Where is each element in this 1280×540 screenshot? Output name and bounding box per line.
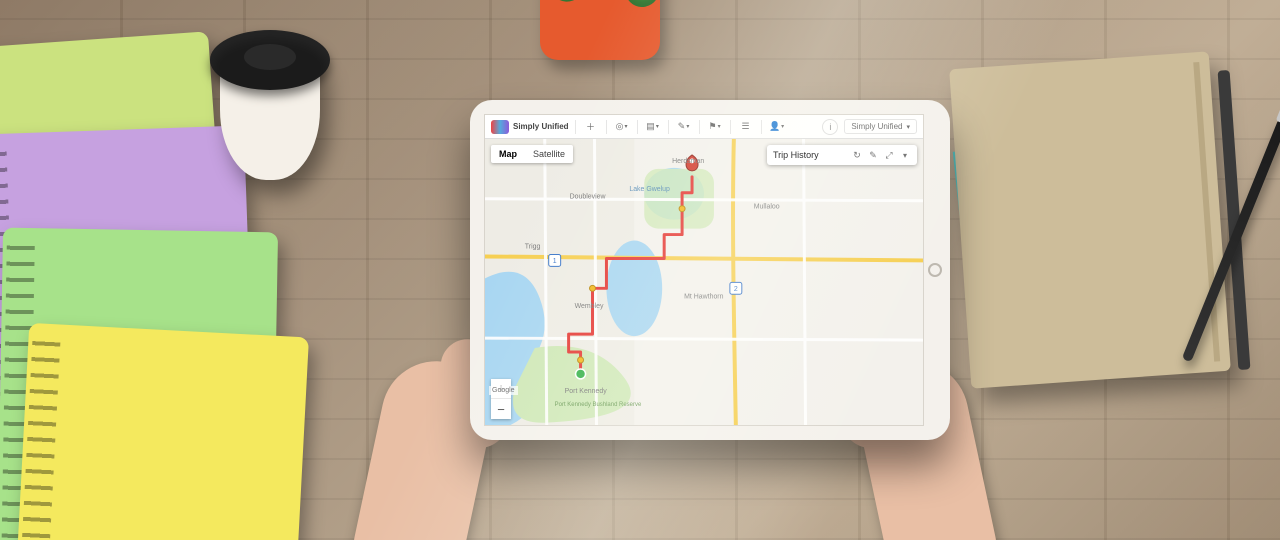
settings-icon[interactable]: ✎ — [867, 149, 879, 161]
trip-history-panel: Trip History ↻ ✎ ⤢ ▾ — [767, 145, 917, 165]
label-trigg: Trigg — [525, 243, 541, 250]
label-mt-hawthorn: Mt Hawthorn — [684, 293, 724, 300]
info-icon[interactable]: i — [822, 119, 838, 135]
account-label: Simply Unified — [851, 122, 902, 131]
logo-icon — [491, 120, 509, 134]
app-screen: Simply Unified ＋ ◎▾ ▤▾ ✎▾ ⚑▾ ☰ 👤▾ i Simp… — [484, 114, 924, 426]
layers-icon[interactable]: ▤▾ — [644, 118, 662, 136]
desk-scene: Simply Unified ＋ ◎▾ ▤▾ ✎▾ ⚑▾ ☰ 👤▾ i Simp… — [0, 0, 1280, 540]
label-bushpark: Port Kennedy Bushland Reserve — [555, 402, 642, 408]
history-icon[interactable]: ↻ — [851, 149, 863, 161]
map-type-toggle: Map Satellite — [491, 145, 573, 163]
label-herdsman: Herdsman — [672, 158, 704, 165]
label-doubleview: Doubleview — [570, 194, 607, 201]
account-menu[interactable]: Simply Unified ▾ — [844, 119, 917, 134]
list-icon[interactable]: ☰ — [737, 118, 755, 136]
notebook-band — [1218, 70, 1251, 370]
target-icon[interactable]: ◎▾ — [613, 118, 631, 136]
label-port-kennedy: Port Kennedy — [565, 388, 608, 395]
notebook-beige — [949, 51, 1231, 388]
map-tab-satellite[interactable]: Satellite — [525, 145, 573, 163]
label-lake-gwelup: Lake Gwelup — [629, 186, 670, 193]
tablet-device: Simply Unified ＋ ◎▾ ▤▾ ✎▾ ⚑▾ ☰ 👤▾ i Simp… — [470, 100, 950, 440]
logo-text: Simply Unified — [513, 123, 569, 131]
map-tab-map[interactable]: Map — [491, 145, 525, 163]
flag-icon[interactable]: ⚑▾ — [706, 118, 724, 136]
plant — [548, 0, 652, 2]
map-attribution: Google — [489, 386, 518, 395]
app-logo[interactable]: Simply Unified — [491, 120, 576, 134]
home-button[interactable] — [928, 263, 942, 277]
ruler-icon[interactable]: ✎▾ — [675, 118, 693, 136]
zoom-out-button[interactable]: − — [491, 399, 511, 419]
label-mullaloo: Mullaloo — [754, 204, 780, 211]
chevron-down-icon: ▾ — [906, 123, 910, 131]
map-area[interactable]: 1 2 Herdsman Lake Gwelup Doubleview Wemb… — [485, 139, 923, 425]
chevron-down-icon[interactable]: ▾ — [899, 149, 911, 161]
panel-title: Trip History — [773, 150, 847, 160]
hand-left — [348, 351, 501, 540]
svg-text:2: 2 — [734, 286, 738, 293]
notebook-purple — [0, 125, 256, 484]
svg-text:1: 1 — [553, 258, 557, 265]
coffee-cup — [200, 20, 340, 160]
notebook-yellow — [11, 323, 309, 540]
notebook-lightgreen — [0, 228, 278, 540]
notebook-green — [0, 31, 232, 388]
zoom-control: + − — [491, 379, 511, 419]
notepad-teal — [953, 129, 1187, 301]
add-icon[interactable]: ＋ — [582, 118, 600, 136]
label-wembley: Wembley — [575, 303, 604, 310]
user-icon[interactable]: 👤▾ — [768, 118, 786, 136]
plant-pot — [540, 0, 660, 60]
pen — [1182, 118, 1280, 363]
expand-icon[interactable]: ⤢ — [883, 149, 895, 161]
map-canvas[interactable]: 1 2 Herdsman Lake Gwelup Doubleview Wemb… — [485, 139, 923, 426]
hand-right — [848, 351, 1001, 540]
app-topbar: Simply Unified ＋ ◎▾ ▤▾ ✎▾ ⚑▾ ☰ 👤▾ i Simp… — [485, 115, 923, 139]
